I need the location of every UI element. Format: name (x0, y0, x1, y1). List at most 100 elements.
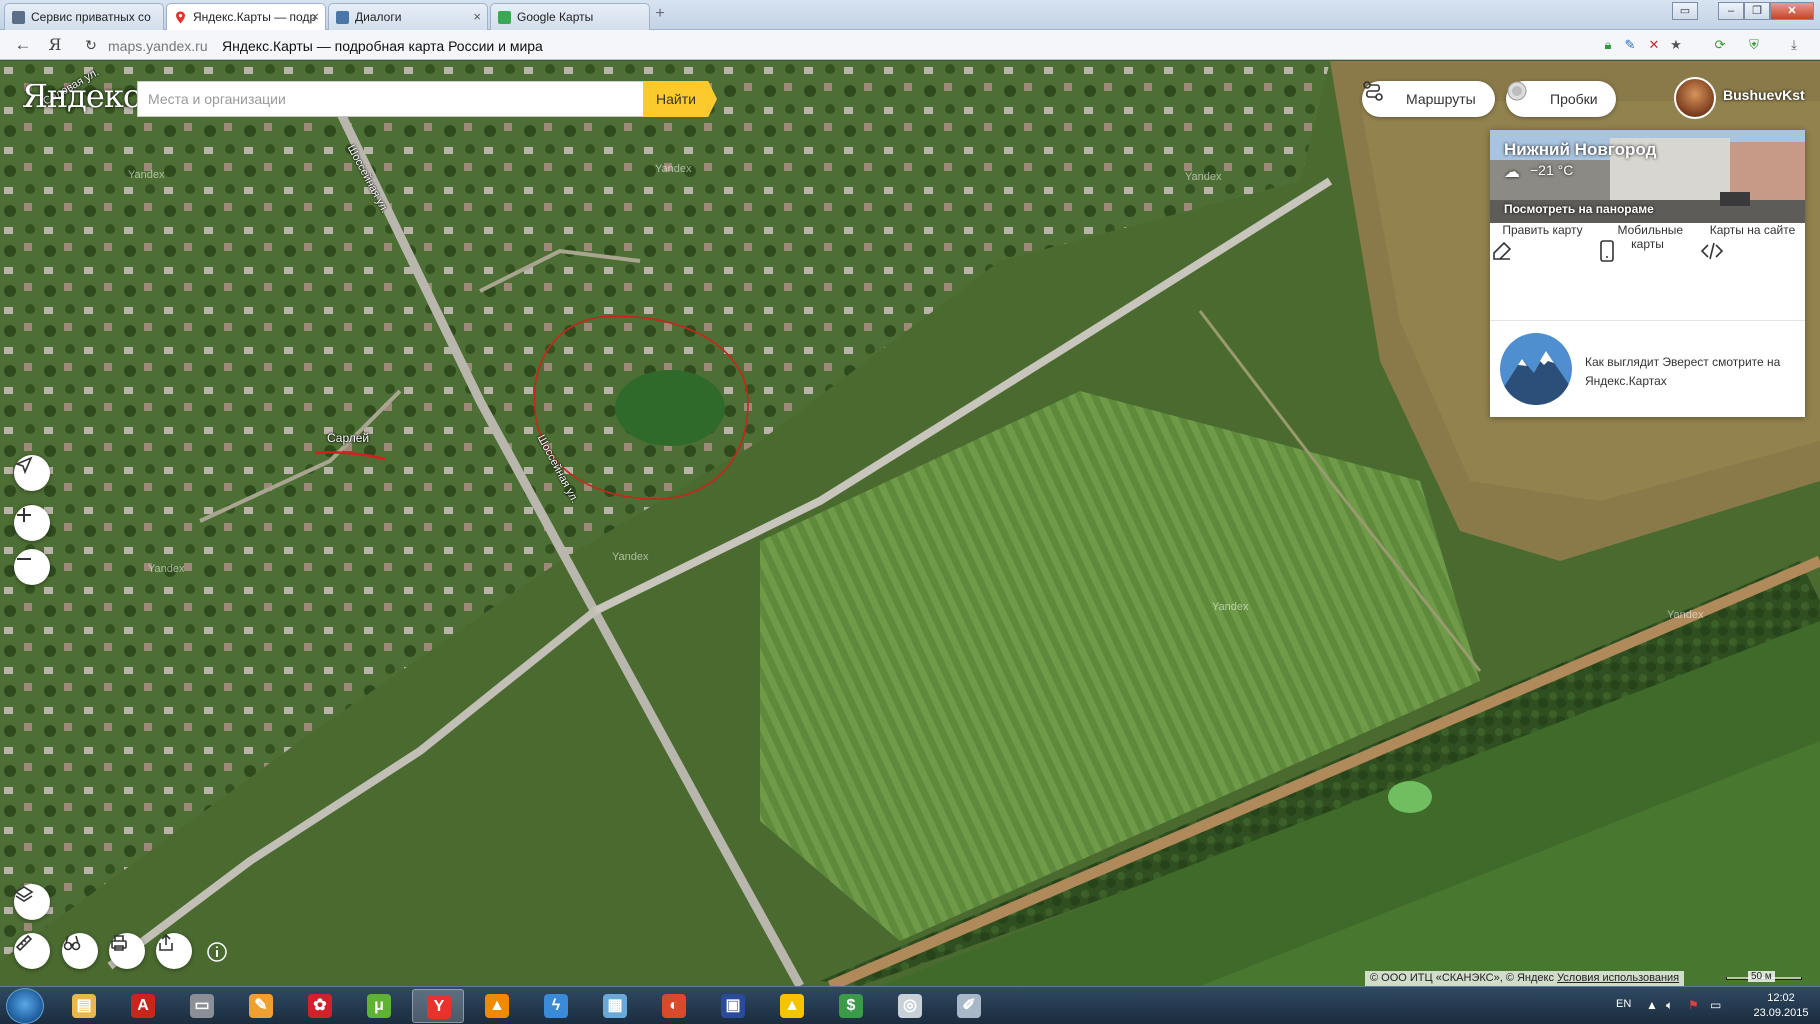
info-button[interactable] (206, 941, 228, 963)
page-title[interactable]: Яндекс.Карты — подробная карта России и … (222, 38, 543, 54)
tab-google-maps[interactable]: Google Карты (490, 3, 650, 30)
vk-favicon-icon (336, 11, 349, 24)
yandex-logo[interactable]: Яндекс (22, 77, 141, 115)
layers-icon (14, 886, 34, 902)
utorrent-icon: μ (367, 994, 391, 1018)
minus-icon (17, 558, 31, 560)
minimize-icon[interactable]: – (1718, 2, 1744, 20)
volume-icon[interactable]: 🔈︎ (1666, 998, 1673, 1013)
money-icon: $ (839, 994, 863, 1018)
zoom-out-button[interactable] (14, 549, 50, 585)
tab-private-service[interactable]: Сервис приватных со (4, 3, 164, 30)
reload-icon[interactable]: ↻ (80, 34, 102, 56)
taskbar-app-calculator[interactable]: ▦ (589, 989, 641, 1023)
place-label-sarley[interactable]: Сарлей (327, 431, 369, 445)
action-center-flag-icon[interactable]: ⚑ (1688, 998, 1699, 1012)
tray-expand-icon[interactable]: ▲ (1646, 998, 1658, 1012)
taskbar-app-paint-brush[interactable]: ✐ (943, 989, 995, 1023)
taskbar-app-disc[interactable]: ◎ (884, 989, 936, 1023)
adblock-icon[interactable]: ✕ (1646, 37, 1662, 53)
taskbar-app-money[interactable]: $ (825, 989, 877, 1023)
refresh-extension-icon[interactable]: ⟳ (1712, 37, 1728, 53)
avatar[interactable] (1674, 77, 1716, 119)
route-icon (1363, 81, 1383, 101)
calculator-icon: ▦ (603, 994, 627, 1018)
panorama-button[interactable] (62, 933, 98, 969)
yandex-button[interactable]: Я (44, 34, 66, 56)
geolocation-button[interactable] (14, 455, 50, 491)
printer-icon (111, 935, 127, 951)
tab-close-icon[interactable]: × (473, 9, 481, 24)
watermark: Yandex (1185, 171, 1222, 183)
lock-icon[interactable]: 🔒︎ (1600, 37, 1616, 53)
traffic-light-icon (1507, 81, 1527, 101)
taskbar-app-scanner[interactable]: ▭ (176, 989, 228, 1023)
pen-extension-icon[interactable]: ✎ (1622, 37, 1638, 53)
back-arrow-icon[interactable]: ← (12, 34, 34, 56)
windows-start-button[interactable] (6, 988, 44, 1024)
clock-date[interactable]: 23.09.2015 (1748, 1007, 1814, 1019)
panorama-link[interactable]: Посмотреть на панораме (1504, 202, 1654, 216)
routes-label: Маршруты (1406, 91, 1476, 107)
language-indicator[interactable]: EN (1616, 998, 1631, 1010)
panorama-preview[interactable]: Нижний Новгород ☁ −21 °C Посмотреть на п… (1490, 130, 1805, 223)
taskbar-app-flash[interactable]: ϟ (530, 989, 582, 1023)
taskbar-app-media[interactable]: ◐ (648, 989, 700, 1023)
satellite-map[interactable]: Yandex Yandex Yandex Yandex Yandex Yande… (0, 61, 1820, 986)
network-icon[interactable]: ▭ (1710, 998, 1721, 1012)
routes-button[interactable]: Маршруты (1362, 81, 1495, 117)
terms-link[interactable]: Условия использования (1557, 972, 1679, 984)
tab-list-icon[interactable]: ▭ (1672, 2, 1698, 20)
share-button[interactable] (156, 933, 192, 969)
url-domain[interactable]: maps.yandex.ru (108, 38, 208, 54)
clock-time[interactable]: 12:02 (1756, 992, 1806, 1004)
flash-icon: ϟ (544, 994, 568, 1018)
service-favicon-icon (12, 11, 25, 24)
user-name[interactable]: BushuevKst (1723, 87, 1805, 103)
edit-map-label: Править карту (1502, 223, 1583, 237)
scanner-icon: ▭ (190, 994, 214, 1018)
taskbar: ▤ A ▭ ✎ ✿ μ Y ▲ ϟ ▦ ◐ ▣ ▲ $ ◎ ✐ EN ▲ 🔈︎ ⚑ ▭ 12:02 23.09… (0, 986, 1820, 1024)
tab-close-icon[interactable]: × (311, 9, 319, 24)
layers-button[interactable] (14, 884, 50, 920)
taskbar-app-yandex-browser[interactable]: Y (412, 989, 464, 1023)
taskbar-app-paint[interactable]: ✎ (235, 989, 287, 1023)
tab-yandex-maps[interactable]: Яндекс.Карты — подр × (166, 3, 326, 31)
address-bar: ← Я ↻ maps.yandex.ru Яндекс.Карты — подр… (0, 30, 1820, 60)
download-icon[interactable]: ⤓ (1786, 37, 1802, 53)
search-input[interactable] (138, 82, 643, 116)
new-tab-button[interactable]: + (650, 6, 670, 24)
scale-ruler: 50 м (1726, 971, 1802, 986)
print-button[interactable] (109, 933, 145, 969)
bookmark-star-icon[interactable]: ★ (1668, 37, 1684, 53)
paint-brush-icon: ✐ (957, 994, 981, 1018)
weather-temperature: −21 °C (1530, 162, 1574, 178)
tab-dialogs[interactable]: Диалоги × (328, 3, 488, 30)
code-icon (1700, 242, 1724, 260)
shield-extension-icon[interactable]: ⛨ (1746, 37, 1762, 53)
taskbar-app-aimp[interactable]: ▲ (766, 989, 818, 1023)
taskbar-app-explorer[interactable]: ▤ (58, 989, 110, 1023)
everest-thumbnail[interactable] (1500, 333, 1572, 405)
close-window-icon[interactable]: ✕ (1770, 2, 1814, 20)
cloud-icon: ☁ (1504, 164, 1520, 181)
everest-promo[interactable]: Как выглядит Эверест смотрите на Яндекс.… (1585, 353, 1795, 391)
mobile-maps-button[interactable]: Мобильные карты (1595, 223, 1700, 315)
taskbar-app-floppy[interactable]: ▣ (707, 989, 759, 1023)
taskbar-app-utorrent[interactable]: μ (353, 989, 405, 1023)
traffic-button[interactable]: Пробки (1506, 81, 1616, 117)
edit-map-button[interactable]: Править карту (1490, 223, 1595, 315)
ruler-button[interactable] (14, 933, 50, 969)
taskbar-app-vlc[interactable]: ▲ (471, 989, 523, 1023)
taskbar-app-huawei[interactable]: ✿ (294, 989, 346, 1023)
zoom-in-button[interactable] (14, 505, 50, 541)
ruler-icon (15, 934, 33, 952)
taskbar-app-acrobat[interactable]: A (117, 989, 169, 1023)
maps-on-site-button[interactable]: Карты на сайте (1700, 223, 1805, 315)
search-button[interactable]: Найти (643, 81, 717, 117)
mountain-image (1500, 333, 1572, 405)
browser-tab-strip: Сервис приватных со Яндекс.Карты — подр … (0, 0, 1820, 31)
maximize-icon[interactable]: ❐ (1744, 2, 1770, 20)
floppy-icon: ▣ (721, 994, 745, 1018)
acrobat-icon: A (131, 994, 155, 1018)
